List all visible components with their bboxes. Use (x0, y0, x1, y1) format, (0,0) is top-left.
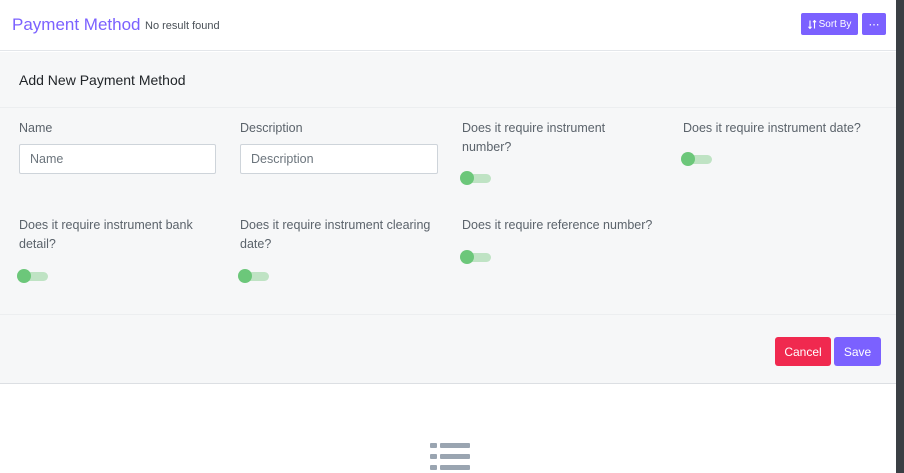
name-label: Name (19, 121, 53, 135)
instrument-clearing-date-toggle[interactable] (238, 269, 269, 283)
list-icon (430, 443, 470, 470)
sort-by-label: Sort By (818, 18, 852, 30)
description-input[interactable] (240, 144, 438, 174)
reference-number-toggle[interactable] (460, 250, 491, 264)
description-label: Description (240, 121, 303, 135)
instrument-bank-detail-toggle[interactable] (17, 269, 48, 283)
sort-by-button[interactable]: Sort By (801, 13, 858, 35)
toggle-knob (460, 250, 474, 264)
toggle-knob (17, 269, 31, 283)
page-title: Payment Method (12, 15, 141, 34)
instrument-bank-detail-label: Does it require instrument bank detail? (19, 218, 193, 251)
card-header: Add New Payment Method (0, 52, 896, 108)
window-scrollbar[interactable] (896, 0, 904, 473)
more-icon: ⋯ (868, 18, 880, 31)
result-status: No result found (145, 20, 220, 32)
cancel-button[interactable]: Cancel (775, 337, 831, 366)
sort-icon (807, 19, 817, 29)
toggle-knob (681, 152, 695, 166)
page-header: Payment Method No result found Sort By ⋯ (0, 0, 896, 51)
instrument-number-label: Does it require instrument number? (462, 121, 606, 154)
name-input[interactable] (19, 144, 216, 174)
add-payment-method-card: Add New Payment Method Name Description … (0, 52, 896, 384)
reference-number-label: Does it require reference number? (462, 218, 653, 232)
instrument-date-label: Does it require instrument date? (683, 121, 861, 135)
more-options-button[interactable]: ⋯ (862, 13, 886, 35)
card-footer: Cancel Save (0, 314, 896, 384)
toggle-knob (460, 171, 474, 185)
instrument-date-toggle[interactable] (681, 152, 712, 166)
card-title: Add New Payment Method (19, 72, 186, 88)
instrument-clearing-date-label: Does it require instrument clearing date… (240, 218, 431, 251)
instrument-number-toggle[interactable] (460, 171, 491, 185)
save-button[interactable]: Save (834, 337, 881, 366)
toggle-knob (238, 269, 252, 283)
